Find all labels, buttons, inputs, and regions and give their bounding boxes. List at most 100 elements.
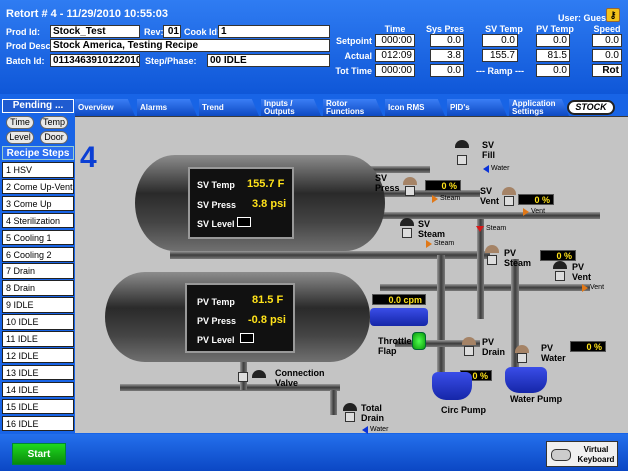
retort-hmi-screen: Retort # 4 - 11/29/2010 10:55:03 Prod Id…: [0, 0, 628, 471]
col-speed: Speed: [593, 24, 621, 34]
rotation-mode[interactable]: Rot: [592, 64, 622, 77]
step-phase-field[interactable]: 00 IDLE: [207, 54, 330, 67]
total-drain-water-arrow: [362, 426, 368, 434]
tab-rotor-functions[interactable]: Rotor Functions: [323, 99, 383, 116]
recipe-step[interactable]: 13 IDLE: [2, 364, 74, 381]
recipe-step[interactable]: 6 Cooling 2: [2, 246, 74, 262]
col-pv-temp: PV Temp: [536, 24, 574, 34]
tab-inputs-outputs[interactable]: Inputs / Outputs: [261, 99, 321, 116]
pv-temp-value: 81.5 F: [252, 294, 284, 306]
prod-desc-field[interactable]: Stock America, Testing Recipe: [50, 39, 330, 52]
pv-vent-valve[interactable]: [555, 271, 565, 281]
sv-fill-water-arrow: [483, 165, 489, 173]
recipe-steps-title: Recipe Steps: [2, 146, 74, 160]
pv-level-label: PV Level: [197, 335, 235, 345]
cook-id-field[interactable]: 1: [218, 25, 330, 38]
recipe-step[interactable]: 14 IDLE: [2, 381, 74, 398]
connection-valve-label: Connection Valve: [275, 368, 325, 388]
actual-time: 012:09: [375, 49, 415, 62]
pv-steam-valve[interactable]: [487, 255, 497, 265]
row-actual-label: Actual: [344, 51, 372, 61]
total-drain-water-label: Water: [370, 426, 389, 433]
tab-alarms[interactable]: Alarms: [137, 99, 197, 116]
recipe-step[interactable]: 16 IDLE: [2, 415, 74, 431]
recipe-step[interactable]: 9 IDLE: [2, 297, 74, 313]
sv-fill-actuator: [455, 140, 469, 148]
circ-pump[interactable]: [432, 372, 472, 400]
sv-press-valve[interactable]: [405, 186, 415, 196]
water-pump[interactable]: [505, 367, 547, 393]
tab-overview[interactable]: Overview: [75, 99, 135, 116]
footer-bar: [0, 434, 628, 471]
recipe-step[interactable]: 7 Drain: [2, 263, 74, 279]
total-drain-label: Total Drain: [361, 403, 385, 423]
recipe-step[interactable]: 4 Sterilization: [2, 212, 74, 229]
sv-steam-valve[interactable]: [402, 228, 412, 238]
recipe-step[interactable]: 5 Cooling 1: [2, 229, 74, 246]
setpoint-pv-temp: 0.0: [536, 34, 570, 47]
prod-id-field[interactable]: Stock_Test: [50, 25, 140, 38]
sv-fill-water-label: Water: [491, 165, 510, 172]
tab-application-settings[interactable]: Application Settings: [509, 99, 569, 116]
rev-field[interactable]: 01: [163, 25, 181, 38]
sv-level-label: SV Level: [197, 219, 235, 229]
circ-speed-indicator: 0.0 cpm: [372, 294, 426, 305]
sv-vent-valve[interactable]: [504, 196, 514, 206]
pipe-pv-drain-vertical: [477, 219, 484, 319]
sv-vent-label: SV Vent: [480, 186, 500, 206]
pv-drain-actuator: [462, 337, 476, 345]
sv-steam-steam-label: Steam: [434, 240, 455, 247]
col-time: Time: [384, 24, 406, 34]
recipe-step[interactable]: 2 Come Up-Vent: [2, 178, 74, 195]
tab-pids[interactable]: PID's: [447, 99, 507, 116]
ramp-label: --- Ramp ---: [476, 66, 524, 76]
setpoint-speed: 0.0: [592, 34, 622, 47]
recipe-step[interactable]: 1 HSV: [2, 162, 74, 178]
total-drain-valve[interactable]: [345, 412, 355, 422]
pv-drain-valve[interactable]: [464, 346, 474, 356]
tab-stock[interactable]: STOCK: [567, 100, 615, 115]
recipe-step[interactable]: 11 IDLE: [2, 331, 74, 347]
sv-steam-arrow: [426, 240, 432, 248]
sv-press-steam-label: Steam: [440, 195, 461, 202]
sv-fill-valve[interactable]: [457, 155, 467, 165]
batch-id-field[interactable]: 0113463910122010: [50, 54, 140, 67]
sv-vent-actuator: [502, 187, 516, 195]
pending-title: Pending ...: [2, 99, 74, 113]
pending-level-button[interactable]: Level: [6, 131, 34, 144]
recipe-step[interactable]: 10 IDLE: [2, 314, 74, 330]
tab-trend[interactable]: Trend: [199, 99, 259, 116]
sv-vent-vent-label: Vent: [531, 208, 546, 215]
pipe-total-drain: [330, 390, 337, 415]
circ-pump-label: Circ Pump: [441, 405, 487, 415]
connection-valve[interactable]: [238, 372, 248, 382]
recipe-step[interactable]: 12 IDLE: [2, 347, 74, 364]
sv-press-valve-label: SV Press: [375, 173, 400, 193]
recipe-step[interactable]: 8 Drain: [2, 280, 74, 296]
pending-door-button[interactable]: Door: [40, 131, 68, 144]
recipe-step[interactable]: 15 IDLE: [2, 398, 74, 415]
pv-water-valve[interactable]: [517, 353, 527, 363]
prod-id-label: Prod Id:: [6, 27, 40, 37]
sv-fill-label: SV Fill: [482, 140, 495, 160]
recipe-step[interactable]: 3 Come Up: [2, 195, 74, 212]
virtual-keyboard-label: Virtual Keyboard: [577, 445, 615, 464]
retort-number: 4: [80, 141, 97, 174]
pv-steam-indicator: 0 %: [540, 250, 576, 261]
pv-steam-inlet-label: Steam: [486, 225, 507, 232]
sv-press-value: 3.8 psi: [252, 198, 287, 210]
keyboard-icon: [551, 449, 571, 461]
rev-label: Rev:: [144, 27, 164, 37]
pv-water-indicator: 0 %: [570, 341, 606, 352]
sv-level-box: [237, 217, 251, 227]
key-icon[interactable]: ⚷: [606, 8, 620, 22]
throttle-flap-label: Throttle Flap: [378, 336, 412, 356]
virtual-keyboard-button[interactable]: Virtual Keyboard: [546, 441, 618, 467]
cook-id-label: Cook Id:: [184, 27, 220, 37]
user-label: User: Guest: [558, 13, 610, 23]
tab-icon-rms[interactable]: Icon RMS: [385, 99, 445, 116]
pending-time-button[interactable]: Time: [6, 116, 34, 129]
pending-temp-button[interactable]: Temp: [40, 116, 68, 129]
start-button[interactable]: Start: [12, 443, 66, 465]
pv-temp-label: PV Temp: [197, 297, 235, 307]
